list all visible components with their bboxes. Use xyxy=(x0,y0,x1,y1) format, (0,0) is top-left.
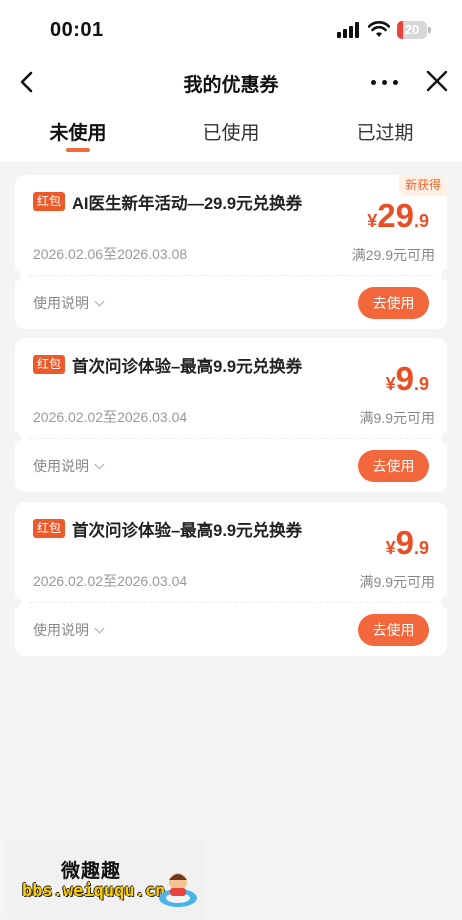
cellular-signal-icon xyxy=(337,22,361,38)
header-area: 00:01 20 我的优惠券 未使用 已使用 已过期 xyxy=(0,0,462,162)
usage-instructions-toggle[interactable]: 使用说明 xyxy=(33,293,105,313)
coupon-condition: 满9.9元可用 xyxy=(359,410,435,426)
active-tab-indicator xyxy=(66,148,90,152)
battery-level: 20 xyxy=(404,22,420,37)
price-decimal: .9 xyxy=(413,538,429,558)
close-button[interactable] xyxy=(423,67,451,95)
coupon-validity: 2026.02.02至2026.03.04 xyxy=(33,573,188,589)
close-icon xyxy=(426,70,448,92)
coupon-price: ¥9.9 xyxy=(386,360,429,398)
status-bar: 00:01 20 xyxy=(0,0,462,60)
tab-expired[interactable]: 已过期 xyxy=(325,118,445,145)
coupon-card: 红包 首次问诊体验–最高9.9元兑换券 ¥9.9 2026.02.02至2026… xyxy=(15,338,447,492)
currency-symbol: ¥ xyxy=(385,374,396,394)
usage-instructions-label: 使用说明 xyxy=(33,622,89,638)
usage-instructions-label: 使用说明 xyxy=(33,458,89,474)
more-options-button[interactable] xyxy=(368,68,402,96)
chevron-down-icon xyxy=(94,623,105,634)
red-packet-tag: 红包 xyxy=(33,519,66,538)
price-integer: 29 xyxy=(377,197,414,234)
coupon-price: ¥9.9 xyxy=(386,524,429,562)
coupon-title: 首次问诊体验–最高9.9元兑换券 xyxy=(72,522,303,540)
usage-instructions-toggle[interactable]: 使用说明 xyxy=(33,456,105,476)
usage-instructions-label: 使用说明 xyxy=(33,295,89,311)
currency-symbol: ¥ xyxy=(367,211,378,231)
tab-bar: 未使用 已使用 已过期 xyxy=(0,112,462,158)
battery-icon: 20 xyxy=(397,21,431,39)
coupon-title: 首次问诊体验–最高9.9元兑换券 xyxy=(72,358,303,376)
coupon-card: 新获得 红包 AI医生新年活动—29.9元兑换券 ¥29.9 2026.02.0… xyxy=(15,175,447,329)
coupon-condition: 满9.9元可用 xyxy=(359,574,435,590)
coupon-condition: 满29.9元可用 xyxy=(351,247,435,263)
currency-symbol: ¥ xyxy=(385,538,396,558)
watermark: 微趣趣 bbs.weiququ.cn xyxy=(6,840,206,920)
status-time: 00:01 xyxy=(50,19,104,41)
coupon-title: AI医生新年活动—29.9元兑换券 xyxy=(72,195,303,213)
wifi-icon xyxy=(367,20,391,38)
use-coupon-button[interactable]: 去使用 xyxy=(358,450,429,482)
tab-used[interactable]: 已使用 xyxy=(171,118,291,145)
chevron-down-icon xyxy=(94,459,105,470)
red-packet-tag: 红包 xyxy=(33,355,66,374)
price-integer: 9 xyxy=(395,524,414,561)
red-packet-tag: 红包 xyxy=(33,192,66,211)
mascot-icon xyxy=(156,866,200,910)
chevron-down-icon xyxy=(94,296,105,307)
coupon-price: ¥29.9 xyxy=(367,197,429,235)
tab-unused[interactable]: 未使用 xyxy=(18,118,138,145)
use-coupon-button[interactable]: 去使用 xyxy=(358,287,429,319)
price-integer: 9 xyxy=(395,360,414,397)
usage-instructions-toggle[interactable]: 使用说明 xyxy=(33,620,105,640)
coupon-validity: 2026.02.02至2026.03.04 xyxy=(33,409,188,425)
use-coupon-button[interactable]: 去使用 xyxy=(358,614,429,646)
new-badge: 新获得 xyxy=(398,175,447,196)
coupon-card: 红包 首次问诊体验–最高9.9元兑换券 ¥9.9 2026.02.02至2026… xyxy=(15,502,447,656)
watermark-url: bbs.weiququ.cn xyxy=(22,881,166,901)
price-decimal: .9 xyxy=(413,374,429,394)
coupon-validity: 2026.02.06至2026.03.08 xyxy=(33,246,188,262)
price-decimal: .9 xyxy=(413,211,429,231)
watermark-site-name: 微趣趣 xyxy=(61,861,122,882)
navigation-bar: 我的优惠券 xyxy=(0,60,462,104)
